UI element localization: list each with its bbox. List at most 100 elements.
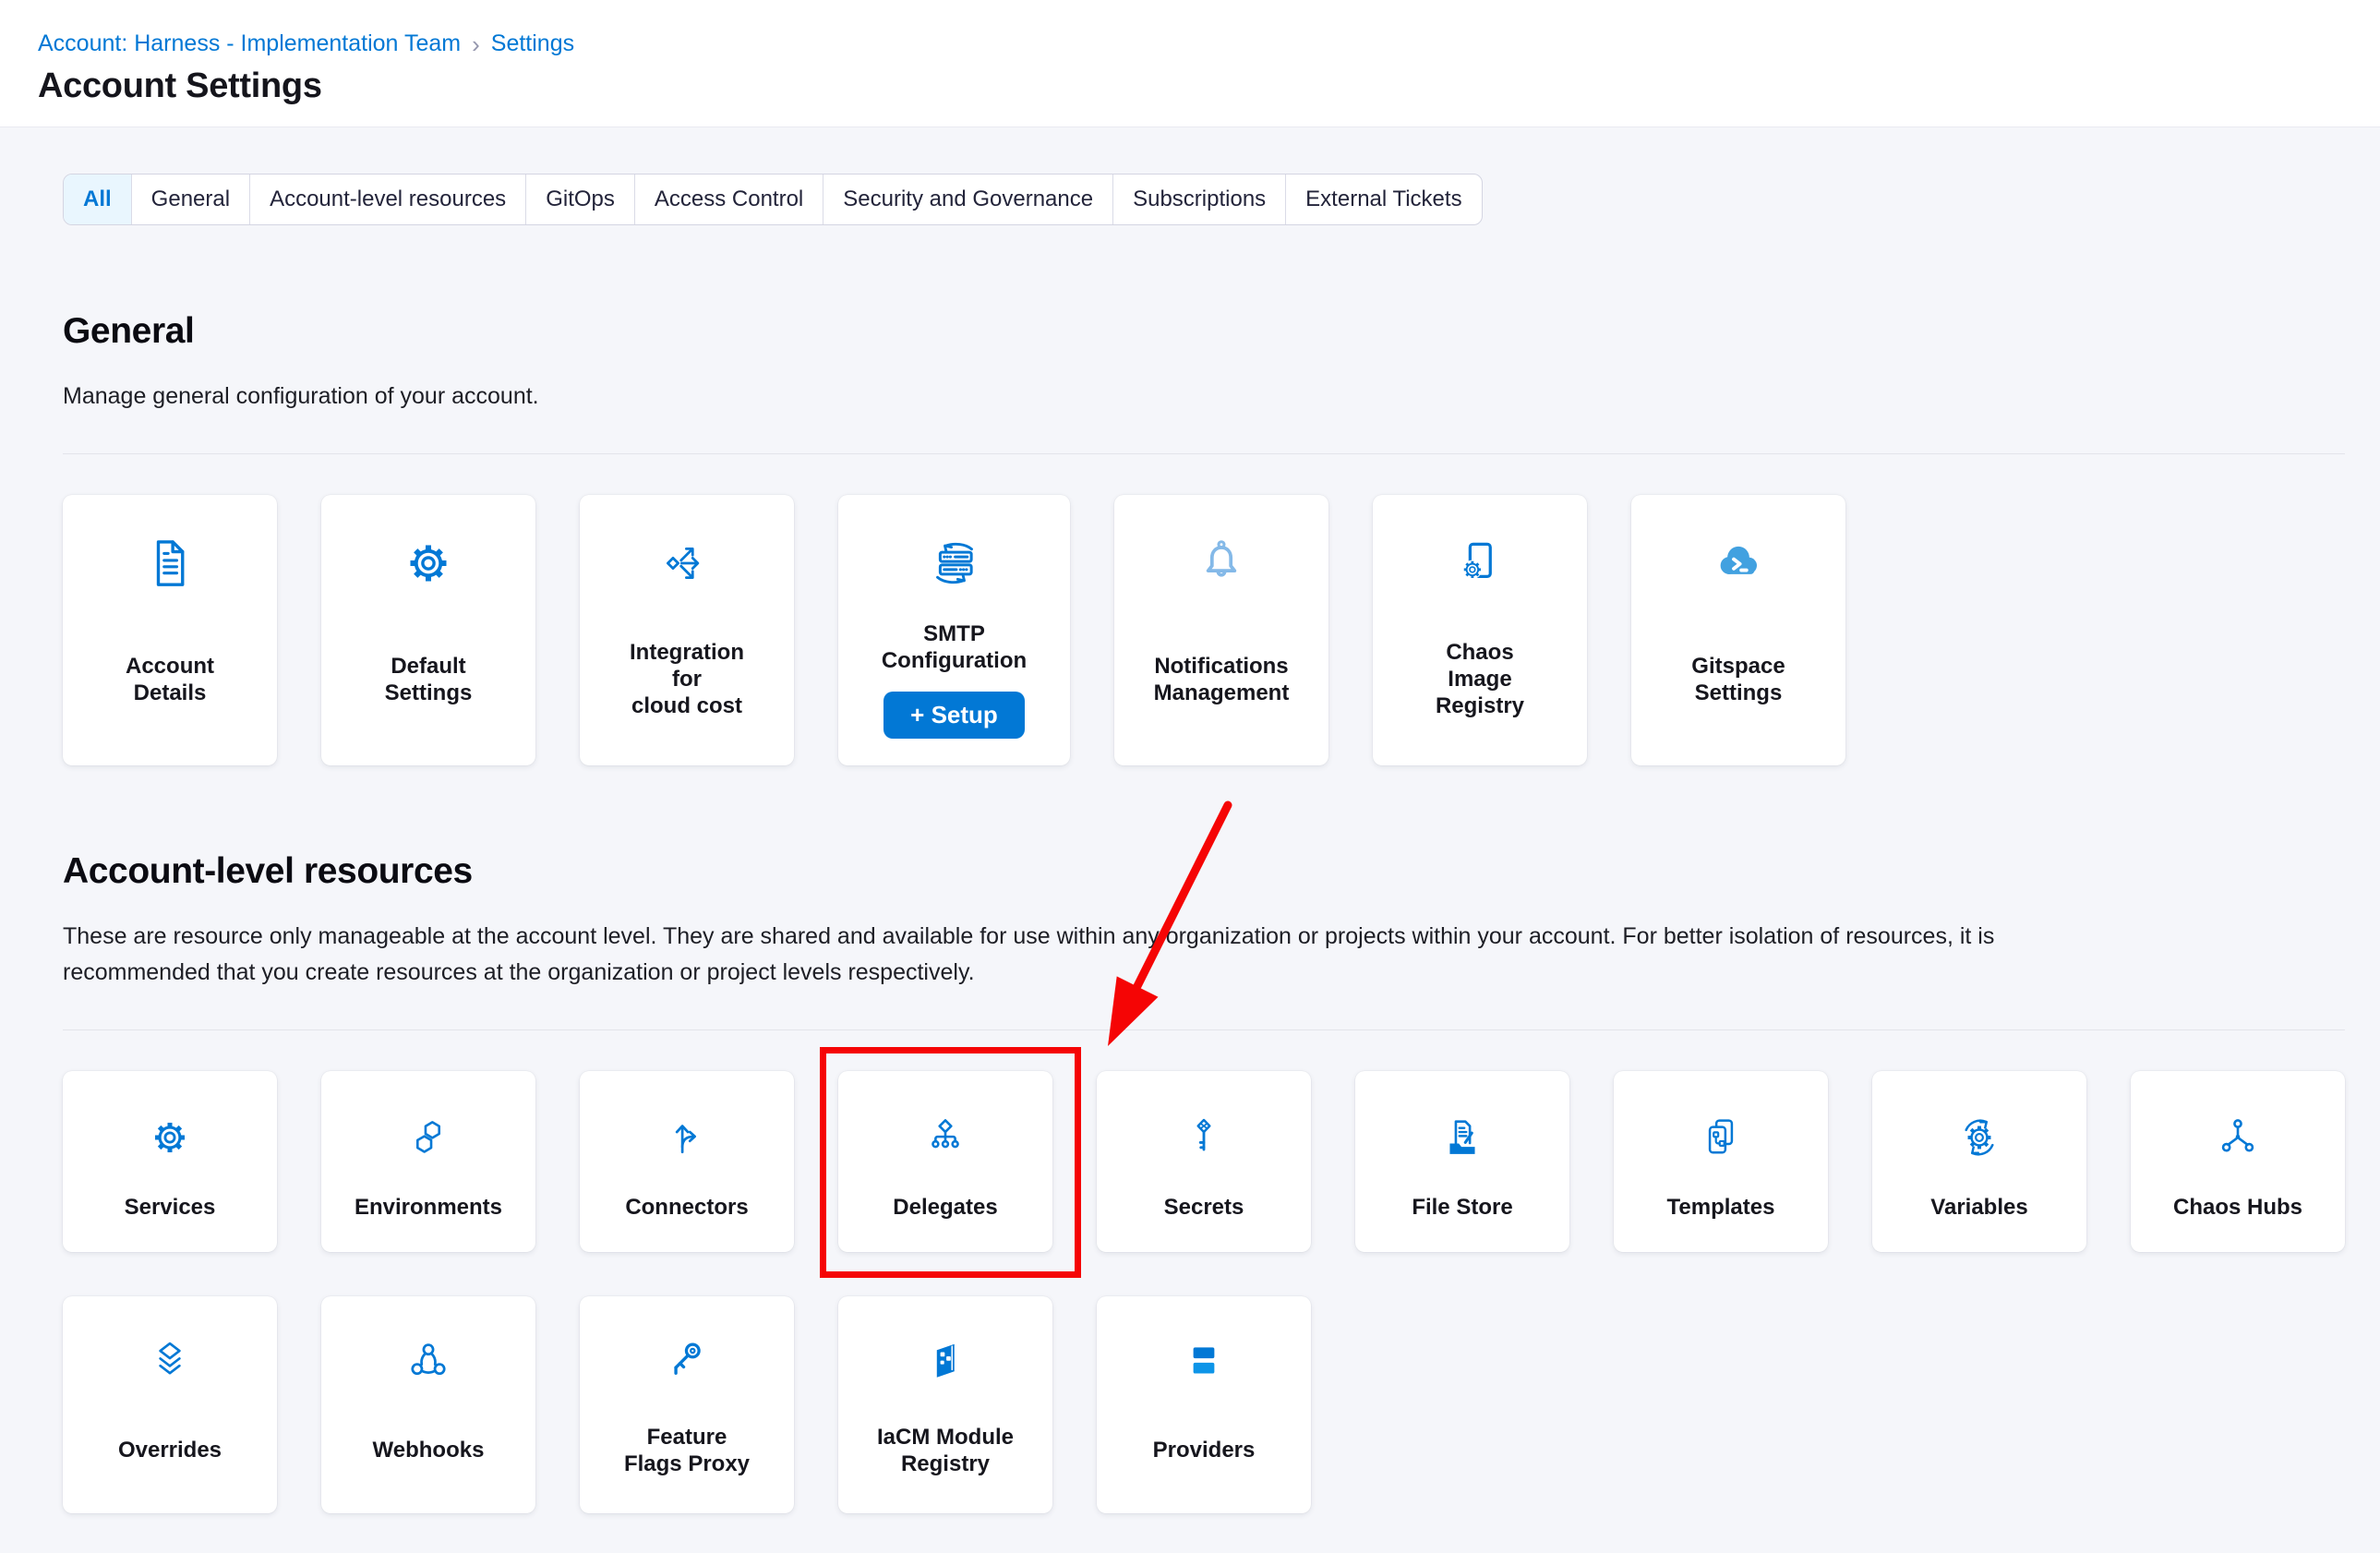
page-header: Account: Harness - Implementation Team ›… — [0, 0, 2380, 127]
card-label: Secrets — [1164, 1194, 1244, 1221]
card-templates[interactable]: Templates — [1614, 1071, 1828, 1252]
mail-server-sync-icon — [927, 534, 982, 593]
card-label: Chaos Hubs — [2173, 1194, 2302, 1221]
card-label: Gitspace Settings — [1691, 653, 1785, 706]
tab-all[interactable]: All — [64, 175, 131, 224]
card-overrides[interactable]: Overrides — [63, 1296, 277, 1513]
card-wrap-file-store: File Store — [1355, 1071, 1569, 1252]
card-wrap-connectors: Connectors — [580, 1071, 794, 1252]
breadcrumb-account-link[interactable]: Account: Harness - Implementation Team — [38, 30, 461, 57]
card-wrap-templates: Templates — [1614, 1071, 1828, 1252]
section-heading-general: General — [63, 313, 2345, 350]
card-label: SMTP Configuration — [882, 620, 1027, 674]
section-description: Manage general configuration of your acc… — [63, 379, 2326, 415]
card-chaos-image-registry[interactable]: Chaos Image Registry — [1373, 495, 1587, 765]
section-description: These are resource only manageable at th… — [63, 919, 2326, 991]
network-nodes-icon — [2214, 1113, 2262, 1162]
card-label: IaCM Module Registry — [877, 1424, 1014, 1477]
card-iacm-module-registry[interactable]: IaCM Module Registry — [838, 1296, 1052, 1513]
file-store-icon — [1438, 1113, 1486, 1162]
card-wrap-chaos-hubs: Chaos Hubs — [2131, 1071, 2345, 1252]
bell-icon — [1193, 534, 1250, 593]
cloud-terminal-icon — [1711, 534, 1766, 593]
fork-arrows-icon — [663, 1113, 711, 1162]
card-wrap-services: Services — [63, 1071, 277, 1252]
gear-icon — [401, 534, 456, 593]
card-wrap-environments: Environments — [321, 1071, 535, 1252]
card-delegates[interactable]: Delegates — [838, 1071, 1052, 1252]
card-wrap-smtp-configuration: SMTP Configuration + Setup — [838, 495, 1070, 765]
setup-button[interactable]: + Setup — [883, 692, 1025, 739]
tab-bar: AllGeneralAccount-level resourcesGitOpsA… — [63, 174, 1483, 225]
hierarchy-icon — [921, 1113, 969, 1162]
card-feature-flags-proxy[interactable]: Feature Flags Proxy — [580, 1296, 794, 1513]
tab-gitops[interactable]: GitOps — [525, 175, 634, 224]
card-wrap-notifications-management: Notifications Management — [1114, 495, 1328, 765]
card-wrap-variables: Variables — [1872, 1071, 2086, 1252]
card-wrap-iacm-module-registry: IaCM Module Registry — [838, 1296, 1052, 1513]
card-label: Templates — [1667, 1194, 1775, 1221]
card-wrap-integration-for-cloud-cost: Integration for cloud cost — [580, 495, 794, 765]
tab-general[interactable]: General — [131, 175, 249, 224]
card-file-store[interactable]: File Store — [1355, 1071, 1569, 1252]
card-label: Account Details — [126, 653, 214, 706]
content-area: AllGeneralAccount-level resourcesGitOpsA… — [0, 127, 2380, 1513]
image-registry-gear-icon — [1452, 534, 1508, 593]
breadcrumb-settings-link[interactable]: Settings — [491, 30, 574, 57]
card-label: File Store — [1412, 1194, 1512, 1221]
section-divider — [63, 1029, 2345, 1030]
card-connectors[interactable]: Connectors — [580, 1071, 794, 1252]
card-default-settings[interactable]: Default Settings — [321, 495, 535, 765]
cards-row: Services Environments Connectors Delegates S… — [63, 1071, 2345, 1252]
card-webhooks[interactable]: Webhooks — [321, 1296, 535, 1513]
key-icon — [1180, 1113, 1228, 1162]
tab-security-and-governance[interactable]: Security and Governance — [823, 175, 1112, 224]
tab-subscriptions[interactable]: Subscriptions — [1112, 175, 1285, 224]
module-box-icon — [921, 1335, 969, 1387]
card-label: Webhooks — [373, 1437, 485, 1463]
card-label: Providers — [1153, 1437, 1256, 1463]
gear-refresh-icon — [1955, 1113, 2003, 1162]
cards-row: Account Details Default Settings Integrati… — [63, 495, 2345, 765]
hexagons-icon — [404, 1113, 452, 1162]
card-variables[interactable]: Variables — [1872, 1071, 2086, 1252]
card-label: Delegates — [893, 1194, 997, 1221]
card-account-details[interactable]: Account Details — [63, 495, 277, 765]
card-label: Overrides — [118, 1437, 222, 1463]
card-wrap-delegates: Delegates — [838, 1071, 1052, 1252]
cards-row: Overrides Webhooks Feature Flags Proxy IaCM… — [63, 1296, 2345, 1513]
breadcrumb-separator-icon: › — [472, 31, 480, 56]
section-divider — [63, 453, 2345, 454]
section-account-level-resources: Account-level resourcesThese are resourc… — [63, 853, 2345, 1513]
card-smtp-configuration[interactable]: SMTP Configuration + Setup — [838, 495, 1070, 765]
card-wrap-secrets: Secrets — [1097, 1071, 1311, 1252]
card-wrap-providers: Providers — [1097, 1296, 1311, 1513]
card-gitspace-settings[interactable]: Gitspace Settings — [1631, 495, 1845, 765]
card-services[interactable]: Services — [63, 1071, 277, 1252]
tab-account-level-resources[interactable]: Account-level resources — [249, 175, 525, 224]
card-wrap-overrides: Overrides — [63, 1296, 277, 1513]
breadcrumb: Account: Harness - Implementation Team ›… — [38, 30, 2380, 57]
section-general: General Manage general configuration of y… — [63, 313, 2345, 765]
card-label: Services — [125, 1194, 216, 1221]
card-providers[interactable]: Providers — [1097, 1296, 1311, 1513]
card-label: Variables — [1930, 1194, 2027, 1221]
layers-icon — [146, 1335, 194, 1387]
document-icon — [142, 534, 198, 593]
card-label: Feature Flags Proxy — [624, 1424, 750, 1477]
stacked-bars-icon — [1180, 1335, 1228, 1387]
tab-external-tickets[interactable]: External Tickets — [1285, 175, 1481, 224]
card-secrets[interactable]: Secrets — [1097, 1071, 1311, 1252]
card-wrap-feature-flags-proxy: Feature Flags Proxy — [580, 1296, 794, 1513]
card-notifications-management[interactable]: Notifications Management — [1114, 495, 1328, 765]
card-label: Environments — [355, 1194, 502, 1221]
card-label: Connectors — [625, 1194, 748, 1221]
card-wrap-webhooks: Webhooks — [321, 1296, 535, 1513]
card-wrap-account-details: Account Details — [63, 495, 277, 765]
card-environments[interactable]: Environments — [321, 1071, 535, 1252]
card-label: Integration for cloud cost — [630, 639, 744, 719]
tab-access-control[interactable]: Access Control — [634, 175, 823, 224]
card-integration-for-cloud-cost[interactable]: Integration for cloud cost — [580, 495, 794, 765]
card-chaos-hubs[interactable]: Chaos Hubs — [2131, 1071, 2345, 1252]
card-wrap-default-settings: Default Settings — [321, 495, 535, 765]
